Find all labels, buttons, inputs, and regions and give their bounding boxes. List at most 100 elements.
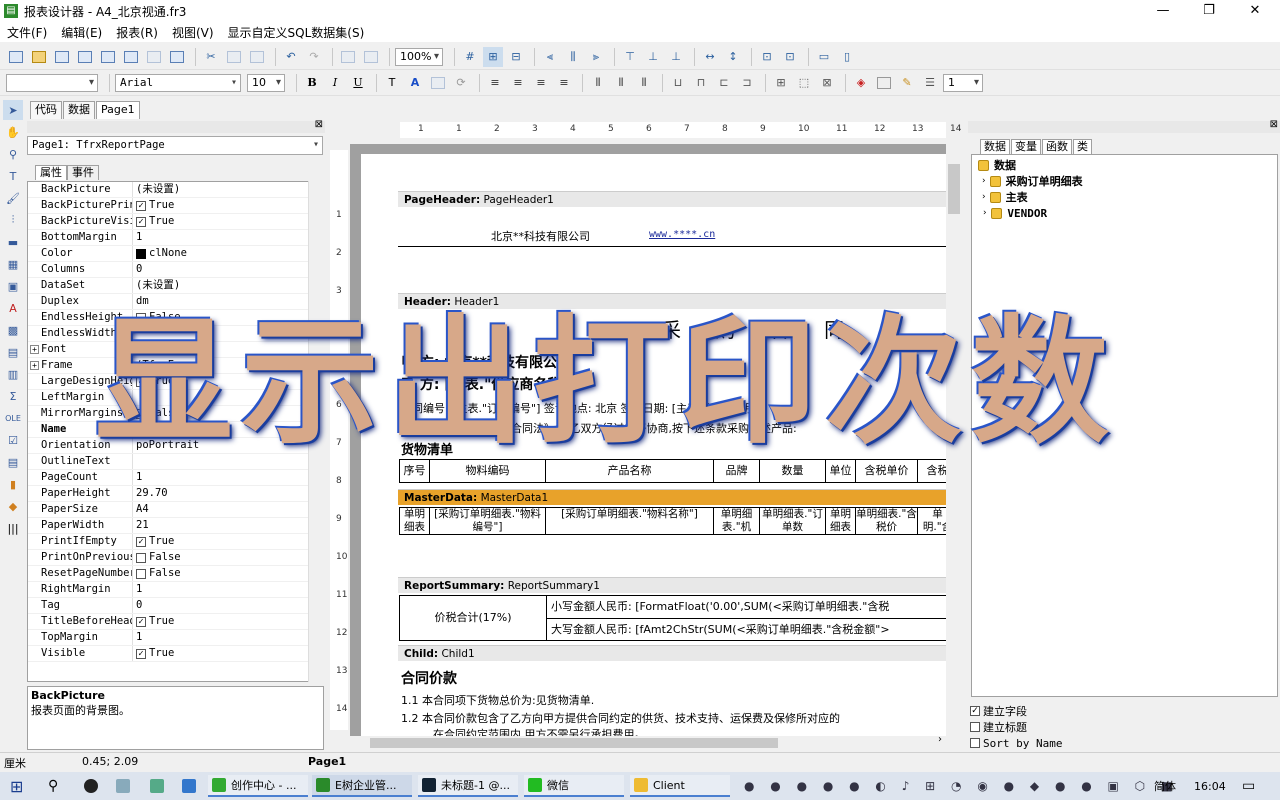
frame-style-icon[interactable]: ☰ <box>920 73 940 93</box>
valign-bottom-icon[interactable]: ⦀ <box>634 73 654 93</box>
search-icon[interactable]: ⚲ <box>44 775 58 797</box>
hand-tool-icon[interactable]: ✋ <box>3 122 23 142</box>
align-middle-icon[interactable]: ⊥ <box>643 47 663 67</box>
qq-icon[interactable] <box>80 775 103 797</box>
property-row[interactable]: Color clNone <box>28 246 323 262</box>
canvas-horizontal-scrollbar[interactable]: › <box>350 734 946 750</box>
canvas-vertical-scrollbar[interactable] <box>946 144 962 736</box>
property-value[interactable]: 1 <box>133 230 323 245</box>
property-row[interactable]: MirrorMargins False <box>28 406 323 422</box>
property-row[interactable]: Visible ✓ True <box>28 646 323 662</box>
property-checkbox[interactable]: ✓ <box>136 216 146 227</box>
new-page-icon[interactable] <box>98 47 118 67</box>
property-row[interactable]: Tag 0 <box>28 598 323 614</box>
tray-icons[interactable]: ● ● ● ● ● ◐ ♪ ⊞ ◔ ◉ ● ◆ ● ● ▣ ⬡ ■ <box>740 775 1178 797</box>
property-value[interactable]: (未设置) <box>133 278 323 293</box>
frame-left-icon[interactable]: ⊏ <box>714 73 734 93</box>
ole-icon[interactable]: OLE <box>3 408 23 428</box>
new-icon[interactable] <box>6 47 26 67</box>
align-center-icon[interactable]: ⫼ <box>563 47 583 67</box>
property-checkbox[interactable]: ✓ <box>136 376 146 387</box>
vscroll-thumb[interactable] <box>948 164 960 214</box>
group-icon[interactable] <box>338 47 358 67</box>
property-row[interactable]: PaperSize A4 <box>28 502 323 518</box>
sum-icon[interactable]: Σ <box>3 386 23 406</box>
shape-icon[interactable]: ▤ <box>3 342 23 362</box>
column-header[interactable]: 物料编码 <box>429 459 546 483</box>
align-grid-icon[interactable]: ⊞ <box>483 46 503 67</box>
expand-icon[interactable]: + <box>30 345 39 354</box>
property-row[interactable]: BackPicture (未设置)… <box>28 182 323 198</box>
master-data-cell[interactable]: [采购订单明细表."物料名称"] <box>545 507 714 535</box>
frame-right-icon[interactable]: ⊐ <box>737 73 757 93</box>
grid-icon[interactable]: # <box>460 47 480 67</box>
property-row[interactable]: DataSet (未设置) <box>28 278 323 294</box>
master-data-cell[interactable]: 单明细表."机 <box>713 507 760 535</box>
task-wechat[interactable]: 微信 <box>524 775 624 797</box>
property-value[interactable]: clNone <box>133 246 323 261</box>
tab-page1[interactable]: Page1 <box>96 101 140 119</box>
style-select[interactable] <box>6 73 98 92</box>
master-data-cell[interactable]: 单明细表."订单数 <box>759 507 826 535</box>
close-button[interactable]: ✕ <box>1232 0 1278 22</box>
property-checkbox[interactable] <box>136 408 146 419</box>
page-object-select[interactable]: Page1: TfrxReportPage <box>27 136 323 155</box>
line-width-select[interactable]: 1 <box>943 73 983 92</box>
column-header[interactable]: 品牌 <box>713 459 760 483</box>
frame-all-icon[interactable]: ⊞ <box>771 73 791 93</box>
cross-tab-icon[interactable]: ▥ <box>3 364 23 384</box>
tax-total-label[interactable]: 价税合计(17%) <box>399 595 547 641</box>
property-row[interactable]: OutlineText <box>28 454 323 470</box>
band-report-summary[interactable]: ReportSummary: ReportSummary1 <box>398 577 946 593</box>
band-tool-icon[interactable]: ⫶ <box>3 210 23 230</box>
property-value[interactable]: (未设置)… <box>133 182 323 197</box>
property-value[interactable]: ✓ True <box>133 198 323 213</box>
shapes-icon[interactable]: ◆ <box>3 496 23 516</box>
zoom-tool-icon[interactable]: ⚲ <box>3 144 23 164</box>
picture-icon[interactable]: ▩ <box>3 320 23 340</box>
restore-button[interactable]: ❐ <box>1186 0 1232 22</box>
menu-view[interactable]: 视图(V) <box>165 24 221 41</box>
zoom-select[interactable]: 100% <box>395 47 443 66</box>
task-creator-center[interactable]: 创作中心 - ... <box>208 775 308 797</box>
column-header[interactable]: 数量 <box>759 459 826 483</box>
fill-color-icon[interactable]: ◈ <box>851 73 871 93</box>
property-row[interactable]: PaperHeight 29.70 <box>28 486 323 502</box>
clause-1-1[interactable]: 1.1 本合同项下货物总价为:见货物清单. <box>401 692 594 708</box>
app-icon-3[interactable] <box>178 775 201 797</box>
menu-file[interactable]: 文件(F) <box>0 24 54 41</box>
property-row[interactable]: BottomMargin 1 <box>28 230 323 246</box>
tree-root[interactable]: 数据 <box>972 157 1277 173</box>
column-header[interactable]: 含税单价 <box>855 459 918 483</box>
cut-icon[interactable]: ✂ <box>201 47 221 67</box>
text-align-right-icon[interactable]: ≡ <box>531 73 551 93</box>
property-value[interactable]: 1 <box>133 582 323 597</box>
same-width-icon[interactable]: ▭ <box>814 47 834 67</box>
highlight-icon[interactable] <box>428 73 448 93</box>
rich-text-icon[interactable]: ▤ <box>3 452 23 472</box>
property-value[interactable]: 1 <box>133 630 323 645</box>
frame-none-icon[interactable]: ⬚ <box>794 73 814 93</box>
property-checkbox[interactable]: ✓ <box>136 200 146 211</box>
option-create-headers[interactable]: 建立标题 <box>970 719 1027 735</box>
text-tool-icon[interactable]: T <box>3 166 23 186</box>
property-row[interactable]: PageCount 1 <box>28 470 323 486</box>
contract-price-title[interactable]: 合同价款 <box>401 668 457 688</box>
task-e-tree[interactable]: E树企业管... <box>312 775 412 797</box>
fit-grid-icon[interactable]: ⊟ <box>506 47 526 67</box>
new-dialog-icon[interactable] <box>121 47 141 67</box>
frame-bottom-icon[interactable]: ⊓ <box>691 73 711 93</box>
format-painter-icon[interactable]: 🖌 <box>3 188 23 208</box>
property-value[interactable]: 29.70 <box>133 486 323 501</box>
page-settings-icon[interactable] <box>167 47 187 67</box>
property-checkbox[interactable]: ✓ <box>136 648 146 659</box>
tab-events[interactable]: 事件 <box>67 165 99 180</box>
paste-icon[interactable] <box>247 47 267 67</box>
italic-button[interactable]: I <box>325 73 345 93</box>
text-object-icon[interactable]: A <box>3 298 23 318</box>
expand-icon[interactable]: › <box>982 192 986 202</box>
property-row[interactable]: PrintIfEmpty ✓ True <box>28 534 323 550</box>
property-value[interactable]: 1 <box>133 470 323 485</box>
tree-item-detail[interactable]: › 采购订单明细表 <box>972 173 1277 189</box>
property-value[interactable]: ✓ True <box>133 534 323 549</box>
